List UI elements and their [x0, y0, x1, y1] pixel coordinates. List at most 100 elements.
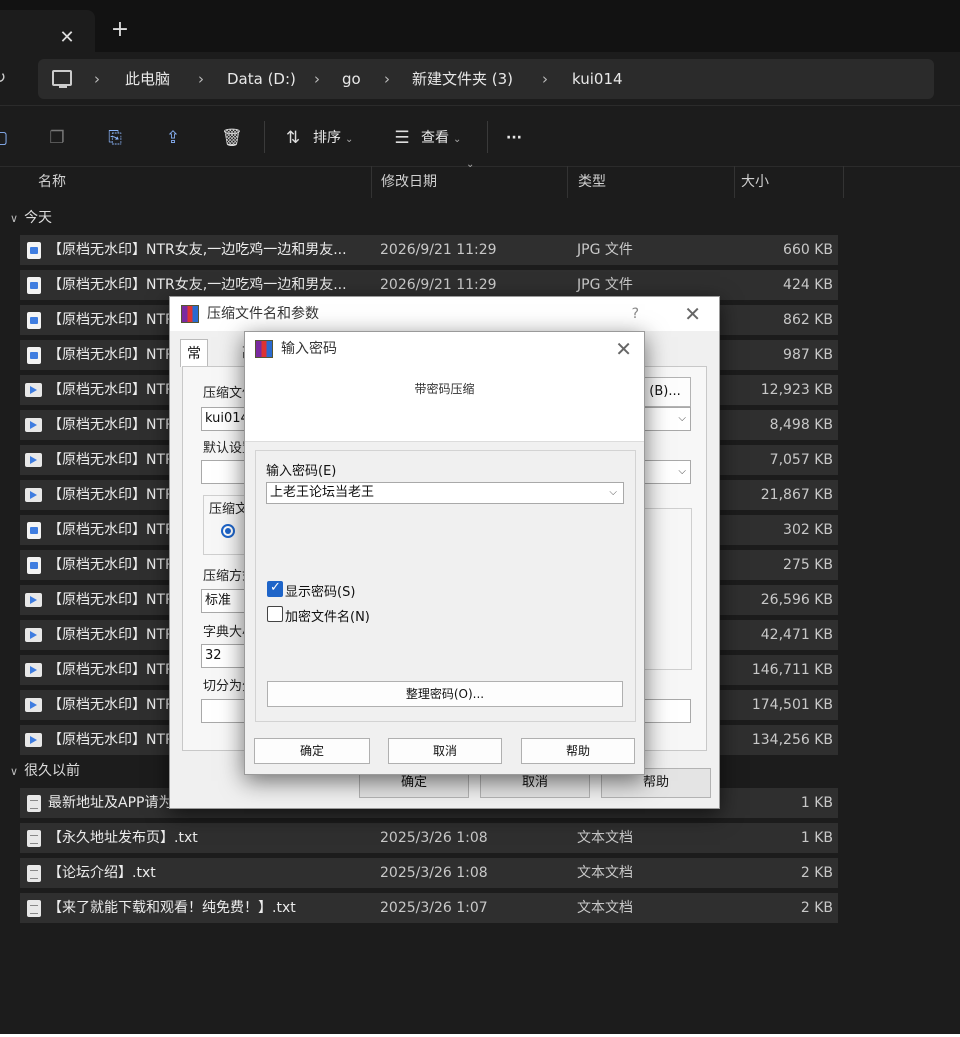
view-icon[interactable]: ☰ — [392, 128, 412, 148]
file-name[interactable]: 【原档无水印】NTR — [48, 480, 175, 510]
delete-icon[interactable]: 🗑 — [221, 128, 243, 148]
column-divider[interactable] — [843, 166, 844, 198]
paste-icon[interactable]: ❐ — [47, 128, 67, 148]
file-size: 8,498 KB — [769, 417, 833, 433]
file-name[interactable]: 【原档无水印】NTR — [48, 690, 175, 720]
column-size[interactable]: 大小 — [741, 166, 769, 198]
column-date[interactable]: 修改日期 — [381, 166, 437, 198]
help-icon[interactable]: ? — [632, 297, 639, 331]
file-name[interactable]: 最新地址及APP请为 — [48, 788, 172, 818]
chevron-right-icon[interactable]: › — [198, 59, 204, 99]
file-name[interactable]: 【原档无水印】NTR — [48, 515, 175, 545]
column-divider[interactable] — [371, 166, 372, 198]
group-header-today[interactable]: ∨ 今天 — [10, 206, 52, 230]
show-password-label[interactable]: 显示密码(S) — [285, 581, 355, 600]
rename-icon[interactable]: ⎘ — [105, 128, 125, 148]
file-type: 文本文档 — [577, 900, 633, 916]
close-icon[interactable]: ✕ — [684, 297, 701, 331]
video-file-icon — [25, 663, 42, 677]
archive-name-label: 压缩文件 — [203, 386, 245, 401]
group-header-long-ago[interactable]: ∨ 很久以前 — [10, 759, 80, 783]
file-name[interactable]: 【原档无水印】NTR — [48, 375, 175, 405]
file-name[interactable]: 【原档无水印】NTR — [48, 655, 175, 685]
show-password-checkbox[interactable] — [267, 580, 283, 597]
chevron-down-icon[interactable]: ⌵ — [609, 483, 617, 503]
file-name[interactable]: 【原档无水印】NTR — [48, 445, 175, 475]
password-input[interactable]: 上老王论坛当老王 ⌵ — [266, 482, 624, 504]
cancel-button[interactable]: 取消 — [388, 738, 502, 764]
encrypt-names-label[interactable]: 加密文件名(N) — [285, 606, 370, 625]
active-tab[interactable]: ✕ — [0, 10, 95, 52]
file-row[interactable]: 【永久地址发布页】.txt 2025/3/26 1:08 文本文档 1 KB — [20, 823, 838, 853]
file-row[interactable]: 【来了就能下载和观看！纯免费！】.txt 2025/3/26 1:07 文本文档 2 … — [20, 893, 838, 923]
breadcrumb-go[interactable]: go — [342, 59, 361, 99]
view-button[interactable]: 查看 ⌄ — [421, 127, 461, 149]
sort-label: 排序 — [313, 130, 341, 146]
share-icon[interactable]: ⇪ — [163, 128, 183, 148]
breadcrumb-current[interactable]: kui014 — [572, 59, 623, 99]
chevron-down-icon: ⌵ — [678, 413, 686, 424]
dialog-heading: 带密码压缩 — [414, 382, 475, 396]
new-icon[interactable]: ▢ — [0, 128, 10, 148]
breadcrumb-this-pc[interactable]: 此电脑 — [125, 59, 170, 99]
file-name[interactable]: 【来了就能下载和观看！纯免费！】.txt — [48, 893, 296, 923]
file-name[interactable]: 【原档无水印】NTR — [48, 620, 175, 650]
column-name[interactable]: 名称 — [38, 166, 66, 198]
address-bar[interactable]: › 此电脑 › Data (D:) › go › 新建文件夹 (3) › kui… — [38, 59, 934, 99]
dialog-title: 压缩文件名和参数 — [207, 306, 319, 322]
new-tab-icon[interactable]: + — [110, 18, 130, 42]
file-name[interactable]: 【原档无水印】NTR — [48, 340, 175, 370]
dialog-title: 输入密码 — [281, 341, 337, 357]
file-size: 2 KB — [800, 900, 833, 916]
chevron-right-icon[interactable]: › — [542, 59, 548, 99]
close-icon[interactable]: ✕ — [615, 332, 632, 366]
file-type: 文本文档 — [577, 865, 633, 881]
column-divider[interactable] — [734, 166, 735, 198]
chevron-right-icon[interactable]: › — [314, 59, 320, 99]
file-size: 987 KB — [783, 347, 833, 363]
breadcrumb-drive[interactable]: Data (D:) — [227, 59, 296, 99]
encrypt-names-checkbox[interactable] — [267, 606, 283, 622]
dialog-titlebar[interactable]: 输入密码 ✕ — [245, 332, 644, 366]
file-row[interactable]: 【原档无水印】NTR女友,一边吃鸡一边和男友... 2026/9/21 11:29… — [20, 235, 838, 265]
image-file-icon — [27, 557, 41, 574]
format-radio[interactable] — [221, 524, 235, 538]
password-button[interactable] — [639, 699, 691, 723]
file-size: 7,057 KB — [769, 452, 833, 468]
column-type[interactable]: 类型 — [578, 166, 606, 198]
archive-name-dropdown[interactable]: ⌵ — [639, 407, 691, 431]
file-size: 275 KB — [783, 557, 833, 573]
sort-icon[interactable]: ⇅ — [283, 128, 303, 148]
file-name[interactable]: 【原档无水印】NTR — [48, 305, 175, 335]
more-options-button[interactable]: ··· — [506, 127, 522, 149]
refresh-icon[interactable]: ↻ — [0, 68, 12, 88]
command-bar: ▢ ❐ ⎘ ⇪ 🗑 ⇅ 排序 ⌄ ☰ 查看 ⌄ ··· — [0, 107, 960, 167]
method-label: 压缩方式 — [203, 569, 245, 584]
organize-passwords-button[interactable]: 整理密码(O)... — [267, 681, 623, 707]
file-row[interactable]: 【论坛介绍】.txt 2025/3/26 1:08 文本文档 2 KB — [20, 858, 838, 888]
chevron-right-icon[interactable]: › — [94, 59, 100, 99]
file-name[interactable]: 【论坛介绍】.txt — [48, 858, 156, 888]
file-name[interactable]: 【永久地址发布页】.txt — [48, 823, 198, 853]
file-name[interactable]: 【原档无水印】NTR — [48, 585, 175, 615]
breadcrumb-new-folder[interactable]: 新建文件夹 (3) — [412, 59, 513, 99]
ok-button[interactable]: 确定 — [254, 738, 370, 764]
column-divider[interactable] — [567, 166, 568, 198]
tab-general[interactable]: 常规 — [180, 339, 208, 390]
file-name[interactable]: 【原档无水印】NTR — [48, 550, 175, 580]
file-name[interactable]: 【原档无水印】NTR女友,一边吃鸡一边和男友... — [48, 235, 347, 265]
dialog-titlebar[interactable]: 压缩文件名和参数 ? ✕ — [170, 297, 719, 331]
browse-button[interactable]: (B)... — [639, 377, 691, 407]
column-headers: 名称 修改日期 类型 大小 — [0, 166, 960, 198]
default-profile-label: 默认设置 — [203, 441, 245, 456]
sort-button[interactable]: 排序 ⌄ — [313, 127, 353, 149]
video-file-icon — [25, 453, 42, 467]
help-button[interactable]: 帮助 — [521, 738, 635, 764]
chevron-right-icon[interactable]: › — [384, 59, 390, 99]
file-name[interactable]: 【原档无水印】NTR — [48, 725, 175, 755]
update-mode-dropdown[interactable]: ⌵ — [639, 460, 691, 484]
file-type: JPG 文件 — [577, 242, 633, 258]
enter-password-label: 输入密码(E) — [266, 464, 337, 479]
file-name[interactable]: 【原档无水印】NTR — [48, 410, 175, 440]
close-tab-icon[interactable]: ✕ — [57, 28, 77, 48]
